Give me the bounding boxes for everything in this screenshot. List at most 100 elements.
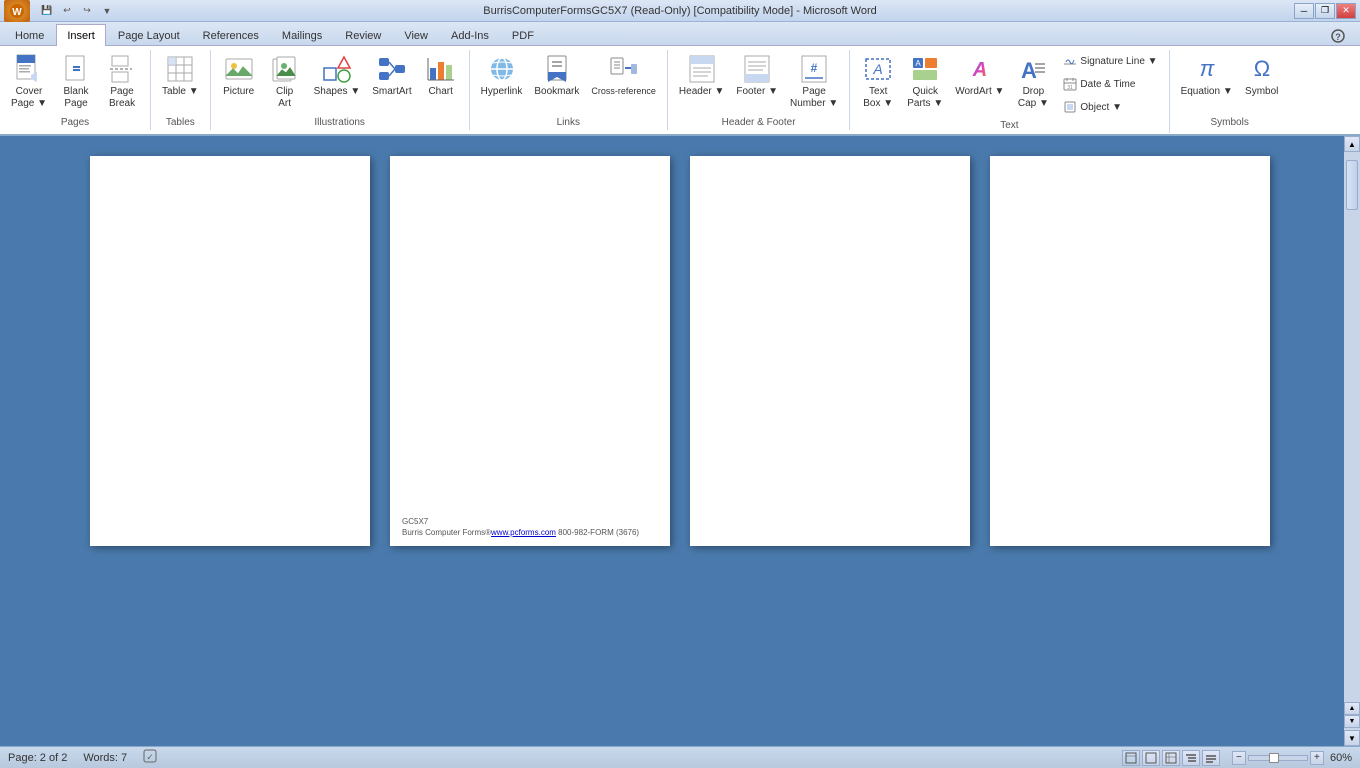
page-4 [990,156,1270,546]
smart-art-button[interactable]: SmartArt [367,50,416,101]
table-label: Table ▼ [162,86,199,98]
scroll-up-btn[interactable]: ▲ [1344,136,1360,152]
page-number-icon: # [798,53,830,85]
zoom-controls: − + 60% [1232,751,1352,765]
page-break-button[interactable]: PageBreak [100,50,144,113]
tab-home[interactable]: Home [4,25,55,45]
text-box-button[interactable]: A TextBox ▼ [856,50,900,113]
cross-reference-label: Cross-reference [591,86,656,97]
hyperlink-icon [486,53,518,85]
footer-line2: Burris Computer Forms®www.pcforms.com 80… [402,527,639,538]
equation-label: Equation ▼ [1181,86,1233,98]
zoom-out-btn[interactable]: − [1232,751,1246,765]
blank-page-label: BlankPage [64,86,89,110]
chart-button[interactable]: Chart [419,50,463,101]
clip-art-button[interactable]: ClipArt [263,50,307,113]
signature-line-button[interactable]: Signature Line ▼ [1057,50,1162,72]
chart-label: Chart [428,86,452,98]
svg-text:✓: ✓ [146,752,154,762]
web-layout-view-btn[interactable] [1162,750,1180,766]
page-number-button[interactable]: # PageNumber ▼ [785,50,843,113]
quick-parts-button[interactable]: A QuickParts ▼ [902,50,948,113]
ribbon-group-pages: CoverPage ▼ BlankPage [0,50,151,130]
pages-container: GC5X7 Burris Computer Forms®www.pcforms.… [90,156,1270,726]
shapes-icon [321,53,353,85]
hyperlink-button[interactable]: Hyperlink [476,50,528,101]
scroll-next-page-btn[interactable]: ▼ [1344,715,1360,728]
footer-button[interactable]: Footer ▼ [731,50,783,101]
vertical-scrollbar[interactable]: ▲ ▲ ▼ ▼ [1344,136,1360,746]
symbol-button[interactable]: Ω Symbol [1240,50,1284,101]
view-buttons [1122,750,1220,766]
tab-view[interactable]: View [393,25,439,45]
svg-text:W: W [12,7,22,18]
tables-group-items: Table ▼ [157,50,204,115]
redo-quick-btn[interactable]: ↪ [78,3,96,19]
svg-text:A: A [972,59,987,81]
footer-suffix: 800-982-FORM (3676) [556,528,639,537]
pages-group-label: Pages [61,115,89,128]
header-button[interactable]: Header ▼ [674,50,729,101]
drop-cap-button[interactable]: A DropCap ▼ [1011,50,1055,113]
scroll-down-btn[interactable]: ▼ [1344,730,1360,746]
tab-mailings[interactable]: Mailings [271,25,333,45]
office-button[interactable]: W [4,0,30,22]
scroll-track[interactable] [1344,152,1360,700]
customize-quick-btn[interactable]: ▼ [98,3,116,19]
symbol-label: Symbol [1245,86,1278,98]
ribbon-group-header-footer: Header ▼ Footer ▼ [668,50,850,130]
table-button[interactable]: Table ▼ [157,50,204,101]
full-screen-view-btn[interactable] [1142,750,1160,766]
tab-review[interactable]: Review [334,25,392,45]
bookmark-button[interactable]: Bookmark [529,50,584,101]
zoom-slider-track[interactable] [1248,755,1308,761]
picture-button[interactable]: Picture [217,50,261,101]
restore-btn[interactable]: ❐ [1315,3,1335,19]
save-quick-btn[interactable]: 💾 [38,3,56,19]
ribbon-group-symbols: π Equation ▼ Ω Symbol Symbols [1170,50,1290,130]
draft-view-btn[interactable] [1202,750,1220,766]
zoom-in-btn[interactable]: + [1310,751,1324,765]
shapes-button[interactable]: Shapes ▼ [309,50,366,101]
cover-page-button[interactable]: CoverPage ▼ [6,50,52,113]
page-2: GC5X7 Burris Computer Forms®www.pcforms.… [390,156,670,546]
proofing-icon[interactable]: ✓ [143,749,157,766]
page-number-label: PageNumber ▼ [790,86,838,110]
tab-pdf[interactable]: PDF [501,25,545,45]
svg-text:A: A [916,59,922,68]
cross-reference-button[interactable]: Cross-reference [586,50,661,100]
word-art-button[interactable]: A WordArt ▼ [950,50,1009,101]
bookmark-label: Bookmark [534,86,579,98]
clip-art-label: ClipArt [276,86,293,110]
zoom-slider-thumb[interactable] [1269,753,1279,763]
tab-pagelayout[interactable]: Page Layout [107,25,191,45]
object-button[interactable]: Object ▼ [1057,96,1162,118]
word-art-icon: A [964,53,996,85]
equation-button[interactable]: π Equation ▼ [1176,50,1238,101]
undo-quick-btn[interactable]: ↩ [58,3,76,19]
pages-group-items: CoverPage ▼ BlankPage [6,50,144,115]
signature-line-icon [1062,53,1078,69]
close-btn[interactable]: ✕ [1336,3,1356,19]
title-bar-left: W 💾 ↩ ↪ ▼ [4,0,116,22]
title-bar: W 💾 ↩ ↪ ▼ BurrisComputerFormsGC5X7 (Read… [0,0,1360,22]
tab-insert[interactable]: Insert [56,24,106,46]
scroll-prev-page-btn[interactable]: ▲ [1344,702,1360,715]
print-layout-view-btn[interactable] [1122,750,1140,766]
zoom-level: 60% [1330,752,1352,764]
text-group-label: Text [1000,118,1018,131]
svg-text:#: # [811,61,818,75]
tab-references[interactable]: References [192,25,270,45]
help-icon: ? [1331,29,1345,43]
window-title: BurrisComputerFormsGC5X7 (Read-Only) [Co… [483,5,876,17]
outline-view-btn[interactable] [1182,750,1200,766]
footer-link[interactable]: www.pcforms.com [491,528,556,537]
tab-help[interactable]: ? [1320,25,1356,45]
date-time-button[interactable]: 31 Date & Time [1057,73,1162,95]
minimize-btn[interactable]: ─ [1294,3,1314,19]
status-left: Page: 2 of 2 Words: 7 ✓ [8,749,157,766]
tab-addins[interactable]: Add-Ins [440,25,500,45]
symbols-group-label: Symbols [1210,115,1248,128]
scroll-thumb[interactable] [1346,160,1358,210]
blank-page-button[interactable]: BlankPage [54,50,98,113]
